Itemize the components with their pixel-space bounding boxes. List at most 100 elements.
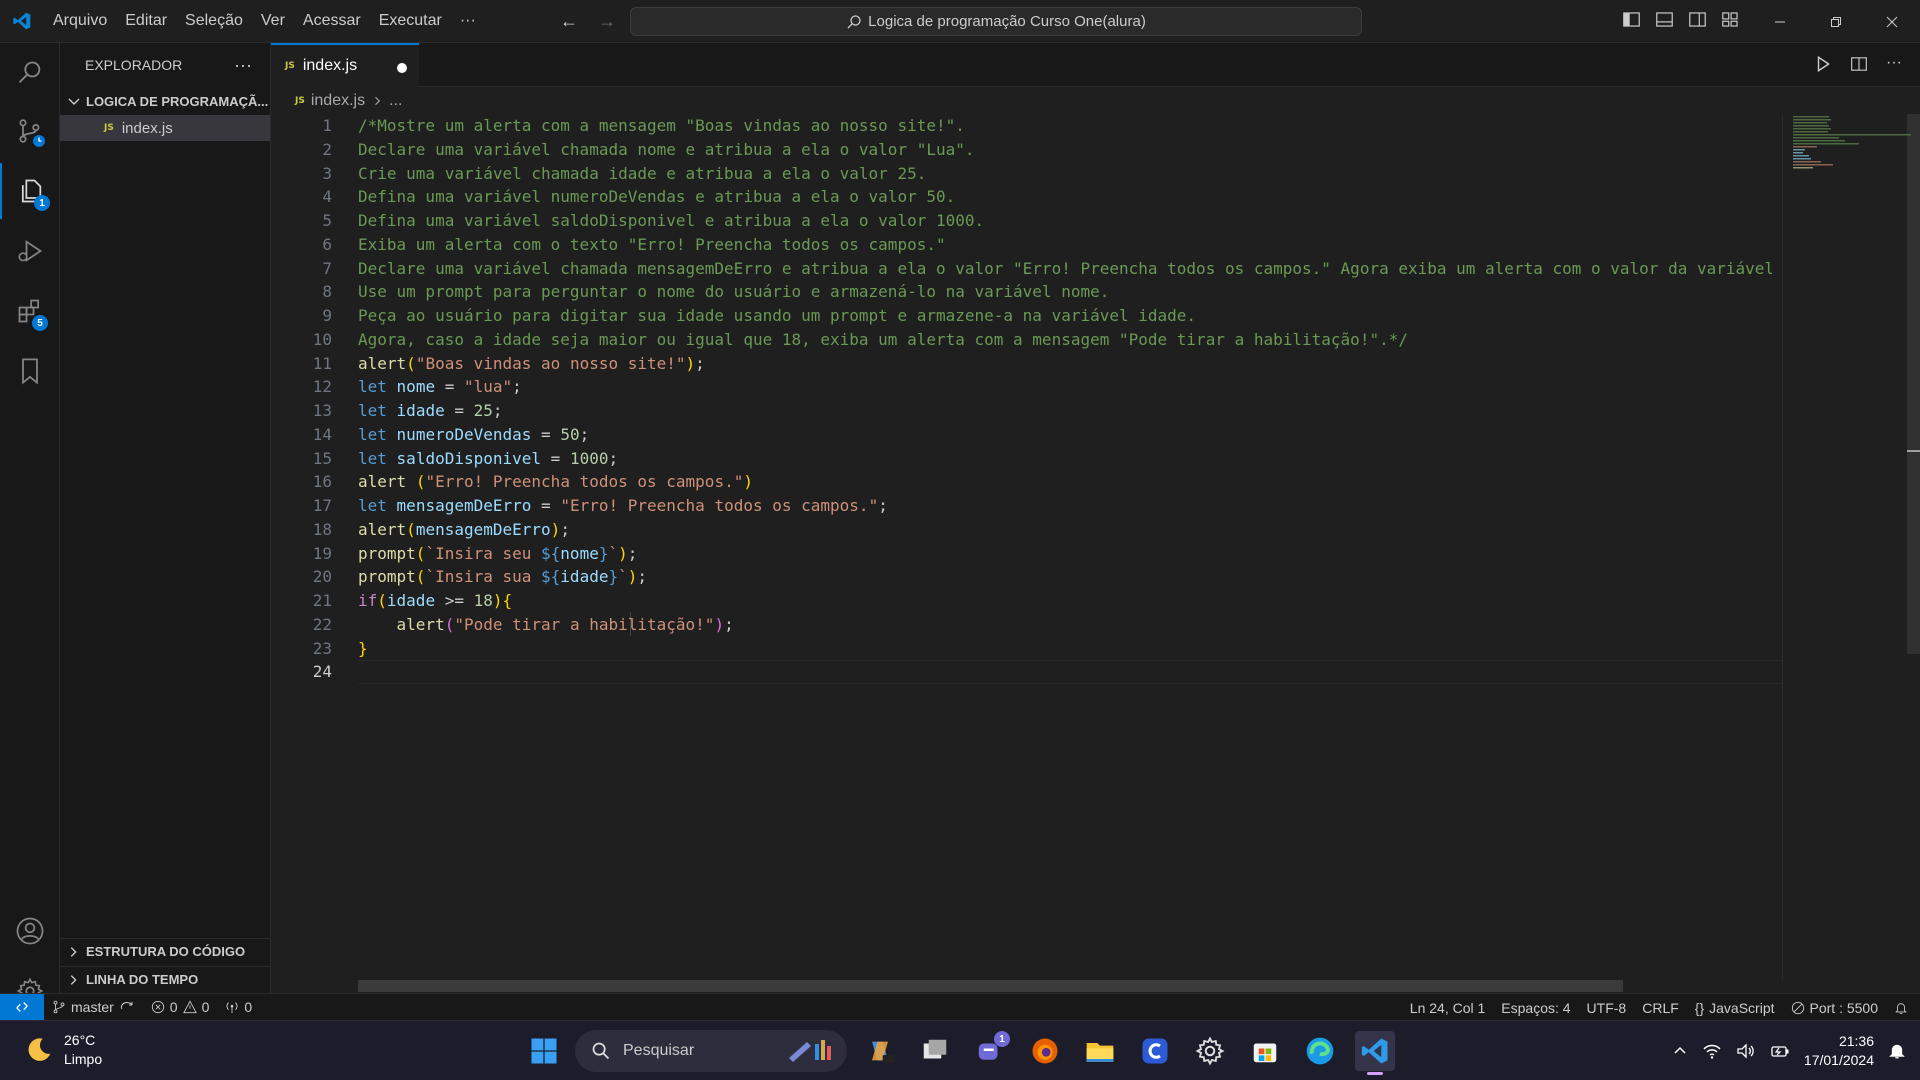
- branch-indicator[interactable]: master: [44, 999, 143, 1015]
- menu-editar[interactable]: Editar: [116, 0, 176, 42]
- restore-icon[interactable]: [1808, 0, 1864, 43]
- copilot-icon[interactable]: [860, 1031, 900, 1071]
- error-icon: [151, 1000, 164, 1014]
- minimap[interactable]: [1782, 114, 1920, 980]
- minimize-icon[interactable]: [1752, 0, 1808, 43]
- back-arrow-icon[interactable]: ←: [558, 10, 580, 32]
- toggle-secondary-sidebar-icon[interactable]: [1688, 10, 1707, 29]
- account-icon[interactable]: [0, 903, 60, 959]
- ports-indicator[interactable]: 0: [217, 999, 260, 1015]
- vertical-scrollbar[interactable]: [1905, 114, 1920, 980]
- workspace-folder[interactable]: LOGICA DE PROGRAMAÇÃ...: [60, 90, 270, 112]
- line-number: 5: [322, 211, 332, 230]
- windows-start-icon[interactable]: [524, 1031, 564, 1071]
- task-view-icon[interactable]: [915, 1031, 955, 1071]
- windows-settings-icon[interactable]: [1190, 1031, 1230, 1071]
- layout-controls: [1622, 10, 1740, 29]
- code-line: alert ("Erro! Preencha todos os campos."…: [358, 472, 753, 492]
- end-of-line[interactable]: CRLF: [1634, 1000, 1687, 1016]
- menu-arquivo[interactable]: Arquivo: [44, 0, 116, 42]
- weather-widget[interactable]: 26°C Limpo: [24, 1031, 102, 1069]
- editor-more-icon[interactable]: ···: [1886, 55, 1902, 73]
- battery-icon[interactable]: [1770, 1042, 1790, 1060]
- code-line: alert("Pode tirar a habilitação!");: [396, 614, 734, 634]
- microsoft-store-icon[interactable]: [1245, 1031, 1285, 1071]
- bookmark-icon[interactable]: [0, 343, 60, 399]
- line-number: 21: [312, 591, 332, 610]
- customize-layout-icon[interactable]: [1721, 10, 1740, 29]
- volume-icon[interactable]: [1736, 1042, 1756, 1060]
- firefox-icon[interactable]: [1025, 1031, 1065, 1071]
- menu-ver[interactable]: Ver: [252, 0, 294, 42]
- file-explorer-icon[interactable]: [1080, 1031, 1120, 1071]
- app-c-icon[interactable]: [1135, 1031, 1175, 1071]
- unsaved-dot-icon[interactable]: [397, 63, 407, 73]
- notifications-bell-icon[interactable]: [1886, 1001, 1920, 1015]
- code-line: alert(mensagemDeErro);: [358, 519, 570, 539]
- encoding[interactable]: UTF-8: [1579, 1000, 1635, 1016]
- chevron-up-icon[interactable]: [1672, 1043, 1688, 1059]
- explorer-icon[interactable]: 1: [0, 163, 60, 219]
- run-debug-icon[interactable]: [0, 223, 60, 279]
- outline-section[interactable]: ESTRUTURA DO CÓDIGO: [60, 938, 271, 964]
- clock-date: 17/01/2024: [1803, 1052, 1874, 1068]
- indentation[interactable]: Espaços: 4: [1493, 1000, 1578, 1016]
- taskbar-search[interactable]: Pesquisar: [575, 1030, 847, 1072]
- window-controls: [1752, 0, 1920, 43]
- explorer-badge: 1: [34, 195, 50, 211]
- forward-arrow-icon[interactable]: →: [596, 10, 618, 32]
- clock[interactable]: 21:36 17/01/2024: [1804, 1032, 1874, 1070]
- menu-selecao[interactable]: Seleção: [176, 0, 252, 42]
- menu-more[interactable]: ···: [451, 0, 485, 42]
- notification-bell-icon[interactable]: [1888, 1042, 1906, 1060]
- toggle-primary-sidebar-icon[interactable]: [1622, 10, 1641, 29]
- line-number: 18: [312, 519, 332, 539]
- line-number: 20: [312, 567, 332, 587]
- tab-index-js[interactable]: JS index.js: [271, 43, 419, 87]
- edge-browser-icon[interactable]: [1300, 1031, 1340, 1071]
- cursor-position[interactable]: Ln 24, Col 1: [1402, 1000, 1494, 1016]
- menu-executar[interactable]: Executar: [370, 0, 451, 42]
- code-line: Agora, caso a idade seja maior ou igual …: [358, 329, 1408, 349]
- teams-chat-icon[interactable]: 1: [970, 1031, 1010, 1071]
- wifi-icon[interactable]: [1702, 1042, 1722, 1060]
- command-center-search[interactable]: Logica de programação Curso One(alura): [630, 7, 1362, 36]
- problems-indicator[interactable]: 0 0: [143, 999, 218, 1015]
- line-number: 19: [312, 543, 332, 563]
- status-bar: master 0 0 0 Ln 24, Col 1 Espaços: 4 UTF…: [0, 993, 1920, 1021]
- line-number: 16: [312, 472, 332, 492]
- line-number: 1: [322, 116, 332, 135]
- moon-icon: [28, 1038, 51, 1061]
- toggle-panel-icon[interactable]: [1655, 10, 1674, 29]
- explorer-more-button[interactable]: ···: [234, 55, 252, 76]
- split-editor-icon[interactable]: [1850, 55, 1868, 73]
- run-icon[interactable]: [1814, 55, 1832, 73]
- horizontal-scrollbar[interactable]: [358, 980, 1623, 992]
- close-icon[interactable]: [1864, 0, 1920, 43]
- code-line: let idade = 25;: [358, 401, 503, 420]
- breadcrumb-file[interactable]: index.js: [311, 92, 365, 110]
- search-text: Logica de programação Curso One(alura): [868, 13, 1146, 30]
- code-line: Peça ao usuário para digitar sua idade u…: [358, 306, 1197, 325]
- timeline-section[interactable]: LINHA DO TEMPO: [60, 966, 271, 992]
- title-bar: Arquivo Editar Seleção Ver Acessar Execu…: [0, 0, 1920, 43]
- file-item-index-js[interactable]: JS index.js: [60, 115, 270, 141]
- code-line: }: [358, 638, 368, 658]
- line-number: 14: [312, 424, 332, 444]
- language-mode[interactable]: {} JavaScript: [1687, 1000, 1783, 1016]
- code-editor[interactable]: 1 2 3 4 5 6 7 8 9 10 11 12 13 14 15 16 17 18 19 20 21 22 23 24 …: [271, 114, 1782, 980]
- live-server-port[interactable]: Port : 5500: [1783, 1000, 1887, 1016]
- search-view-icon[interactable]: [0, 45, 60, 101]
- vscode-taskbar-icon[interactable]: [1355, 1031, 1395, 1075]
- source-control-icon[interactable]: [0, 103, 60, 159]
- remote-indicator-icon[interactable]: [0, 993, 44, 1021]
- status-right: Ln 24, Col 1 Espaços: 4 UTF-8 CRLF {} Ja…: [1402, 994, 1920, 1021]
- sync-icon[interactable]: [119, 1000, 135, 1014]
- code-line: Defina uma variável numeroDeVendas e atr…: [358, 187, 956, 207]
- breadcrumb-more[interactable]: ...: [389, 92, 402, 110]
- chevron-right-icon: [70, 946, 77, 957]
- extensions-icon[interactable]: 5: [0, 283, 60, 339]
- menu-acessar[interactable]: Acessar: [294, 0, 370, 42]
- system-tray: 21:36 17/01/2024: [1672, 1021, 1906, 1080]
- broadcast-icon: [227, 1002, 238, 1014]
